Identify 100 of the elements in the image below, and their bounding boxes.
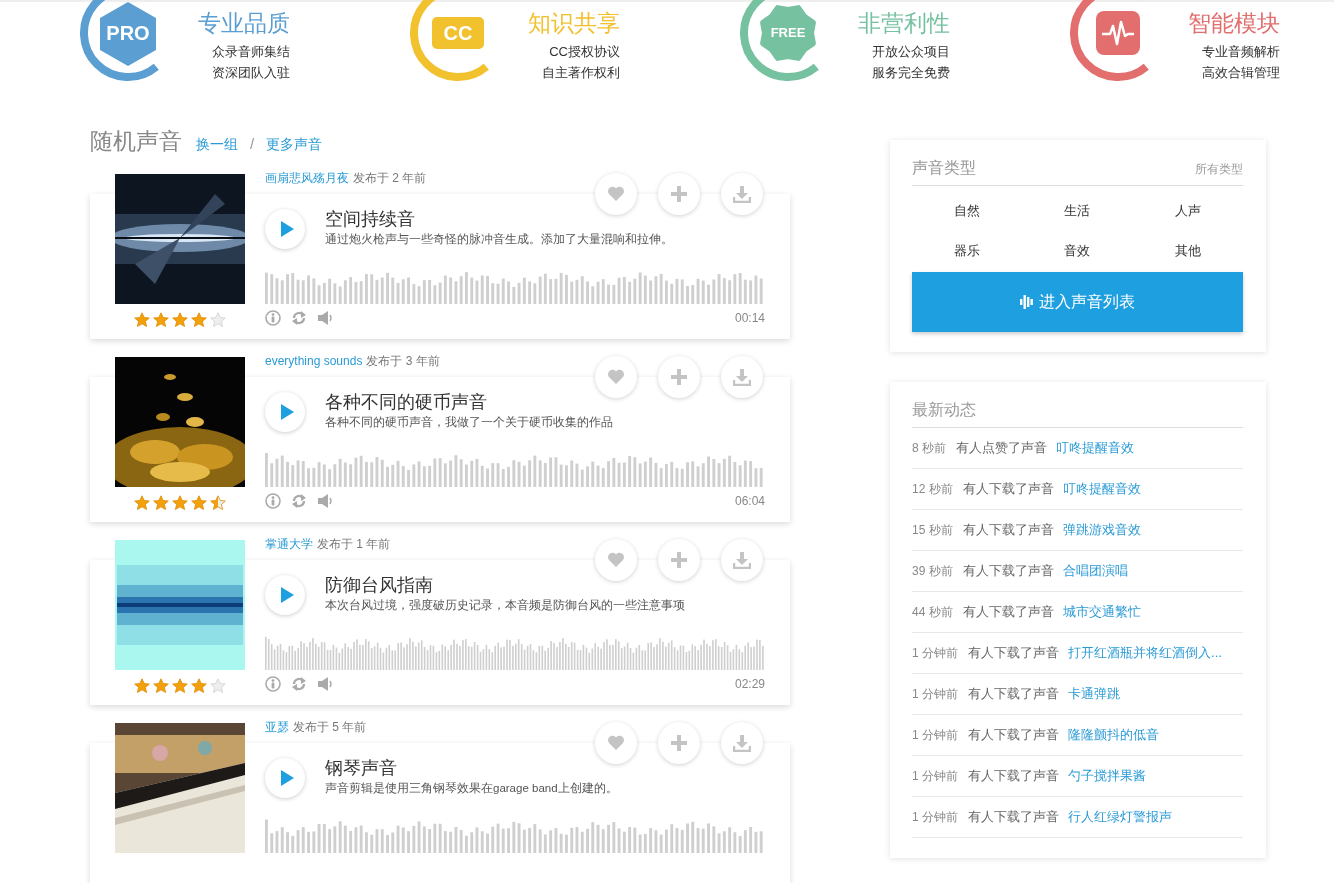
activity-text: 有人下载了声音 (968, 644, 1059, 662)
star-icon (134, 495, 150, 511)
author-link[interactable]: 亚瑟 (265, 720, 289, 734)
play-button[interactable] (265, 758, 305, 798)
add-button[interactable] (658, 722, 700, 764)
heart-icon (607, 734, 625, 752)
info-icon (265, 676, 281, 692)
star-icon (172, 678, 188, 694)
sound-link[interactable]: 弹跳游戏音效 (1062, 521, 1141, 539)
sound-title[interactable]: 各种不同的硬币声音 (325, 390, 613, 414)
sound-link[interactable]: 叮咚提醒音效 (1056, 439, 1134, 457)
waveform-drawing[interactable] (265, 819, 765, 853)
info-icon (265, 310, 281, 326)
duration: 00:14 (734, 311, 765, 325)
sound-list-button[interactable]: 进入声音列表 (912, 272, 1243, 332)
feature-title: 智能模块 (1188, 9, 1280, 38)
link[interactable]: 更多声音 (266, 136, 323, 154)
sound-link[interactable]: 勺子搅拌果酱 (1068, 767, 1146, 785)
waveform-drawing[interactable] (265, 270, 765, 304)
star-icon (134, 312, 150, 328)
author-link[interactable]: everything sounds (265, 354, 363, 368)
sound-description: 本次台风过境，强度破历史记录，本音频是防御台风的一些注意事项 (325, 598, 685, 613)
badge-label: CC (442, 21, 474, 46)
author-link[interactable]: 画扇悲风殇月夜 (265, 171, 349, 185)
category-link[interactable]: 人声 (1174, 200, 1201, 222)
add-button[interactable] (658, 173, 700, 215)
activity-text: 有人点赞了声音 (956, 439, 1047, 457)
category-link[interactable]: 器乐 (954, 240, 981, 262)
play-icon (279, 587, 295, 603)
star-icon (191, 495, 207, 511)
play-icon (279, 404, 295, 420)
time-text: 1 分钟前 (912, 808, 958, 826)
info-button[interactable] (265, 310, 281, 326)
star-icon (153, 312, 169, 328)
publish-time: 发布于 2 年前 (353, 171, 427, 185)
sound-title[interactable]: 钢琴声音 (325, 756, 618, 780)
duration: 06:04 (734, 494, 765, 508)
publish-time: 发布于 3 年前 (366, 354, 440, 368)
activity-text: 有人下载了声音 (968, 767, 1059, 785)
time-text: 1 分钟前 (912, 726, 958, 744)
download-icon (733, 368, 751, 386)
play-button[interactable] (265, 209, 305, 249)
activity-text: 有人下载了声音 (962, 562, 1054, 580)
info-button[interactable] (265, 493, 281, 509)
add-button[interactable] (658, 539, 700, 581)
download-button[interactable] (721, 722, 763, 764)
time-text: 44 秒前 (912, 603, 953, 621)
category-link[interactable]: 自然 (954, 200, 981, 222)
category-link[interactable]: 音效 (1064, 240, 1091, 262)
add-button[interactable] (658, 356, 700, 398)
link[interactable]: 换一组 (196, 136, 238, 154)
activity-text: 有人下载了声音 (968, 685, 1059, 703)
star-icon (191, 312, 207, 328)
repeat-button[interactable] (291, 676, 307, 692)
sound-link[interactable]: 卡通弹跳 (1068, 685, 1120, 703)
duration: 02:29 (734, 677, 765, 691)
separator-text: / (250, 135, 255, 152)
volume-button[interactable] (317, 310, 333, 326)
info-button[interactable] (265, 676, 281, 692)
time-text: 1 分钟前 (912, 767, 958, 785)
heart-icon (607, 185, 625, 203)
waveform-drawing[interactable] (265, 453, 765, 487)
like-button[interactable] (595, 722, 637, 764)
volume-icon (317, 676, 333, 692)
repeat-button[interactable] (291, 493, 307, 509)
sound-title[interactable]: 空间持续音 (325, 207, 673, 231)
download-button[interactable] (721, 539, 763, 581)
like-button[interactable] (595, 173, 637, 215)
plus-icon (670, 368, 688, 386)
star-icon (191, 678, 207, 694)
time-text: 15 秒前 (912, 521, 953, 539)
volume-button[interactable] (317, 676, 333, 692)
like-button[interactable] (595, 356, 637, 398)
download-button[interactable] (721, 356, 763, 398)
plus-icon (670, 734, 688, 752)
category-link[interactable]: 生活 (1064, 200, 1091, 222)
sound-link[interactable]: 行人红绿灯警报声 (1068, 808, 1172, 826)
download-button[interactable] (721, 173, 763, 215)
sound-description: 各种不同的硬币声音，我做了一个关于硬币收集的作品 (325, 415, 613, 430)
volume-button[interactable] (317, 493, 333, 509)
sound-link[interactable]: 合唱团演唱 (1062, 562, 1128, 580)
sound-link[interactable]: 隆隆颤抖的低音 (1068, 726, 1159, 744)
like-button[interactable] (595, 539, 637, 581)
volume-icon (317, 493, 333, 509)
play-button[interactable] (265, 575, 305, 615)
feature-text: 高效合辑管理 (1201, 64, 1280, 82)
author-link[interactable]: 掌通大学 (265, 537, 313, 551)
link[interactable]: 所有类型 (1195, 161, 1243, 178)
sound-link[interactable]: 城市交通繁忙 (1062, 603, 1141, 621)
download-icon (733, 185, 751, 203)
panel-title: 声音类型 (912, 158, 976, 178)
repeat-button[interactable] (291, 310, 307, 326)
sound-title[interactable]: 防御台风指南 (325, 573, 685, 597)
star-icon (153, 678, 169, 694)
sound-link[interactable]: 打开红酒瓶并将红酒倒入... (1068, 644, 1222, 662)
category-link[interactable]: 其他 (1174, 240, 1201, 262)
waveform-drawing[interactable] (265, 636, 765, 670)
sound-link[interactable]: 叮咚提醒音效 (1062, 480, 1141, 498)
feature-title: 专业品质 (198, 9, 290, 38)
play-button[interactable] (265, 392, 305, 432)
